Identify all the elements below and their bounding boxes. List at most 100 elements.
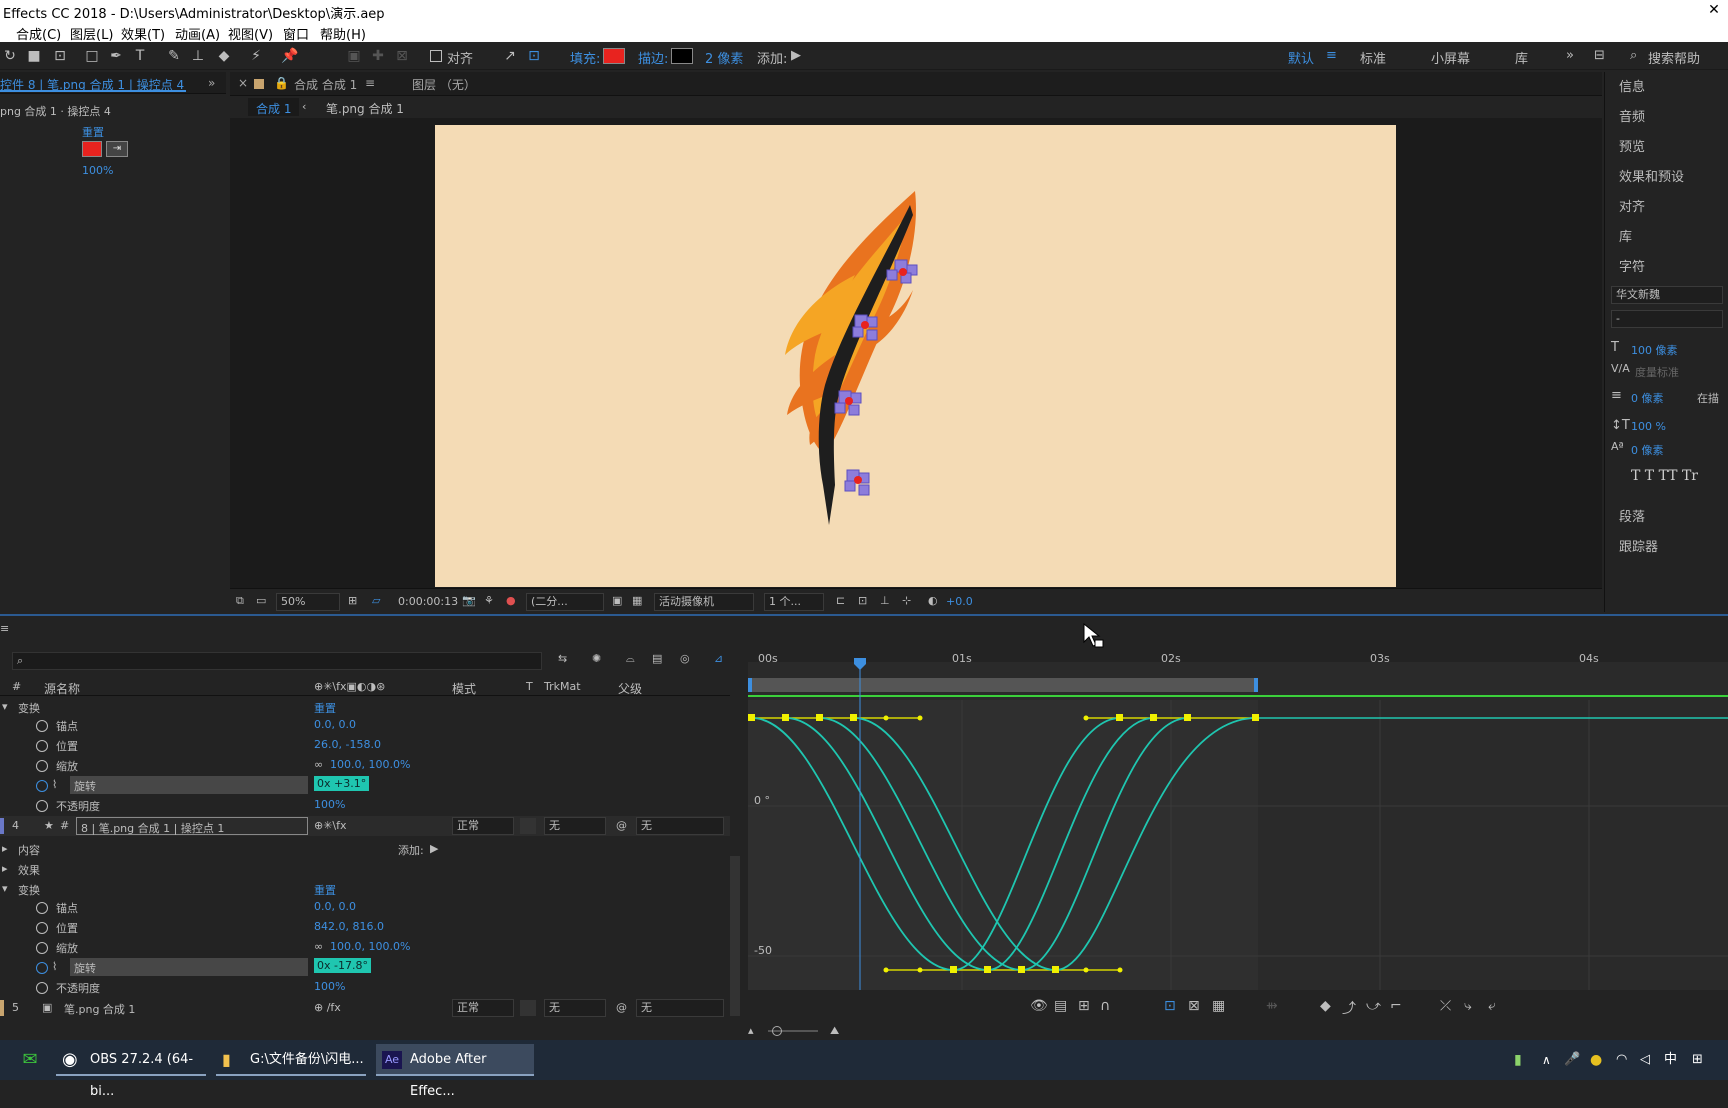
zoom-slider-handle[interactable] (772, 1026, 782, 1036)
panel-tracker[interactable]: 跟踪器 (1619, 536, 1658, 555)
stopwatch-icon[interactable] (36, 982, 48, 994)
toggle-pixel-icon[interactable]: ⊏ (836, 594, 845, 607)
fit-all-icon[interactable]: ⊠ (1188, 998, 1200, 1014)
hold-keyframe-icon[interactable]: ◆ (1320, 998, 1331, 1014)
wechat-icon[interactable]: ✉ (12, 1044, 48, 1076)
close-tab-icon[interactable]: × (238, 76, 248, 90)
taskbar-app-explorer[interactable]: ▮ G:\文件备份\闪电... (216, 1044, 366, 1076)
motion-blur-icon[interactable]: ◎ (680, 652, 690, 665)
blend-mode-dropdown[interactable]: 正常 (452, 817, 514, 835)
ime-mode-icon[interactable]: ⊞ (1692, 1044, 1710, 1076)
prop-rotation-value[interactable]: 0x -17.8° (314, 958, 371, 973)
local-axis-icon[interactable]: ▣ (344, 46, 364, 66)
prop-opacity-value[interactable]: 100% (314, 798, 345, 811)
panel-audio[interactable]: 音频 (1619, 106, 1645, 125)
zoom-in-icon[interactable]: ⛰ (830, 1024, 839, 1038)
reset-link[interactable]: 重置 (82, 124, 104, 140)
prop-anchor-value[interactable]: 0.0, 0.0 (314, 718, 356, 731)
exposure-value[interactable]: +0.0 (946, 595, 973, 608)
menu-item-window[interactable]: 窗口 (283, 24, 309, 43)
stopwatch-icon[interactable] (36, 962, 48, 974)
resolution-dropdown[interactable]: (二分... (526, 593, 604, 611)
stopwatch-icon[interactable] (36, 922, 48, 934)
prop-opacity-value[interactable]: 100% (314, 980, 345, 993)
panel-character[interactable]: 字符 (1619, 256, 1645, 275)
twirl-icon[interactable]: ▾ (2, 882, 8, 895)
stopwatch-icon[interactable] (36, 800, 48, 812)
prop-rotation-value[interactable]: 0x +3.1° (314, 776, 370, 791)
snap-icon[interactable]: ↗ (500, 46, 520, 66)
panel-paragraph[interactable]: 段落 (1619, 506, 1645, 525)
crumb-pen-comp[interactable]: 笔.png 合成 1 (326, 100, 404, 117)
selected-property-row[interactable]: 旋转 (70, 776, 308, 794)
contents-group[interactable]: 内容 (18, 842, 40, 858)
stopwatch-icon[interactable] (36, 720, 48, 732)
pick-whip-icon[interactable]: @ (616, 1001, 627, 1014)
constrain-icon[interactable]: ∞ (314, 758, 323, 771)
transparency-grid-icon[interactable]: ▦ (632, 594, 642, 607)
col-source-name[interactable]: 源名称 (44, 680, 80, 697)
panel-preview[interactable]: 预览 (1619, 136, 1645, 155)
tray-expand-icon[interactable]: ∧ (1542, 1044, 1560, 1076)
fill-color-swatch[interactable] (603, 48, 625, 64)
layer-row-5[interactable]: 5 ▣ 笔.png 合成 1 ⊕ /fx 正常 无 @ 无 (0, 998, 730, 1018)
microphone-icon[interactable]: 🎤 (1564, 1044, 1582, 1076)
font-family-dropdown[interactable]: 华文新魏 (1611, 286, 1723, 304)
roto-brush-tool-icon[interactable]: ⚡ (246, 46, 266, 66)
prop-position-value[interactable]: 26.0, -158.0 (314, 738, 381, 751)
add-menu-icon[interactable]: ▶ (430, 842, 438, 855)
stopwatch-icon[interactable] (36, 902, 48, 914)
layer-tab[interactable]: 图层 （无） (412, 76, 476, 93)
menu-item-help[interactable]: 帮助(H) (320, 24, 366, 43)
taskbar-app-after-effects[interactable]: Ae Adobe After Effec... (376, 1044, 534, 1099)
pen-tool-icon[interactable]: ✒ (106, 46, 126, 66)
monitor-icon[interactable]: ▭ (256, 594, 266, 607)
workspace-default[interactable]: 默认 (1288, 48, 1314, 67)
fill-label[interactable]: 填充: (570, 48, 600, 67)
rotate-tool-icon[interactable]: ↻ (0, 46, 20, 66)
ime-status-icon[interactable]: ● (1590, 1044, 1608, 1076)
stroke-label[interactable]: 描边: (638, 48, 668, 67)
view-axis-icon[interactable]: ⊠ (392, 46, 412, 66)
auto-bezier-icon[interactable]: ⤻ (1366, 998, 1381, 1014)
region-of-interest-icon[interactable]: ▣ (612, 594, 622, 607)
workspace-small-screen[interactable]: 小屏幕 (1431, 48, 1470, 67)
selected-property-row[interactable]: 旋转 (70, 958, 308, 976)
channel-icon[interactable]: ● (506, 594, 516, 607)
stopwatch-icon[interactable] (36, 942, 48, 954)
stopwatch-icon[interactable] (36, 740, 48, 752)
edit-keyframe-icon[interactable]: ⇻ (1266, 998, 1278, 1014)
menu-item-view[interactable]: 视图(V) (228, 24, 273, 43)
graph-toggle-icon[interactable]: ⌇ (52, 960, 57, 973)
reset-link[interactable]: 重置 (314, 882, 336, 898)
pan-behind-tool-icon[interactable]: ⊡ (50, 46, 70, 66)
camera-tool-icon[interactable]: ■ (24, 46, 44, 66)
menu-item-animation[interactable]: 动画(A) (175, 24, 220, 43)
opacity-value[interactable]: 100% (82, 164, 113, 177)
linear-keyframe-icon[interactable]: ⤴ (1342, 998, 1356, 1018)
easy-ease-out-icon[interactable]: ⤶ (1488, 998, 1496, 1014)
stopwatch-icon[interactable] (36, 760, 48, 772)
camera-dropdown[interactable]: 活动摄像机 (654, 593, 754, 611)
more-workspaces-icon[interactable]: » (1566, 48, 1574, 63)
graph-toggle-icon[interactable]: ⌇ (52, 778, 57, 791)
composition-canvas[interactable] (435, 125, 1396, 587)
ime-language[interactable]: 中 (1664, 1044, 1682, 1076)
transform-group-2[interactable]: 变换 (18, 882, 40, 898)
workspace-library[interactable]: 库 (1515, 48, 1528, 67)
fast-preview-icon[interactable]: ⊡ (858, 594, 867, 607)
zoom-dropdown[interactable]: 50% (276, 593, 340, 611)
panel-library[interactable]: 库 (1619, 226, 1632, 245)
twirl-icon[interactable]: ▸ (2, 842, 8, 855)
transform-group-1[interactable]: 变换 (18, 700, 40, 716)
taskbar-app-obs[interactable]: ◉ OBS 27.2.4 (64-bi... (56, 1044, 206, 1099)
graph-editor[interactable]: 00s 01s 02s 03s 04s 0 ° -50 (748, 650, 1728, 990)
color-swatch[interactable] (82, 141, 102, 157)
text-tool-icon[interactable]: T (130, 46, 150, 66)
layer-name[interactable]: 笔.png 合成 1 (64, 1001, 135, 1017)
graph-options-icon[interactable]: ▤ (1054, 998, 1067, 1014)
parent-dropdown[interactable]: 无 (636, 999, 724, 1017)
preserve-transparency-toggle[interactable] (520, 818, 536, 834)
world-axis-icon[interactable]: ✚ (368, 46, 388, 66)
workspace-standard[interactable]: 标准 (1360, 48, 1386, 67)
